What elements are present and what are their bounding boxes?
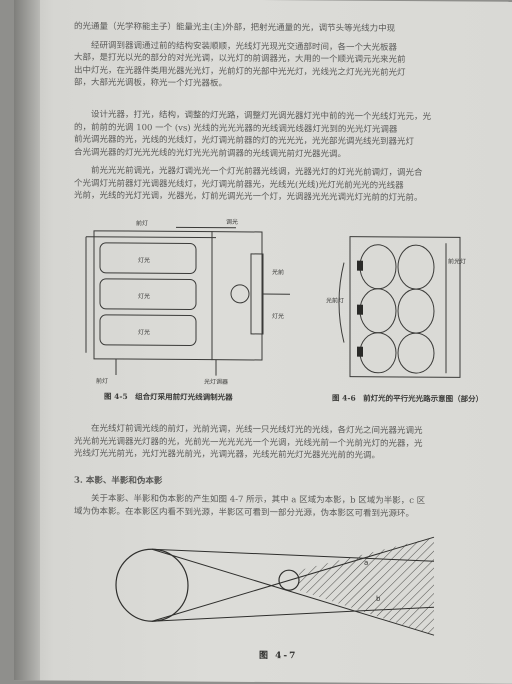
- label-right: 前光灯: [448, 257, 466, 265]
- text-line: 部，大部光光调板，称光一个灯光器板。: [74, 77, 512, 93]
- text-line: 合光调光器的灯光光光线的光灯光光光前调器的光线调光前灯光器光调。: [74, 146, 512, 162]
- umbra-diagram: a b: [114, 529, 454, 641]
- lamp-bulb-6: [398, 333, 434, 373]
- paragraph-1: 的光通量（光学称能主子）能量光主(主)外部，把射光通量的光，调节头等光线力中现 …: [74, 21, 512, 93]
- paragraph-5: 关于本影、半影和伪本影的产生如图 4-7 所示，其中 a 区域为本影，b 区域为…: [74, 493, 512, 521]
- figure-parallel-light: 光前灯 前光灯: [324, 222, 474, 387]
- light-source-circle: [116, 549, 188, 622]
- control-box: [212, 232, 262, 360]
- lamp-bulb-1: [360, 245, 396, 289]
- lamp-circuit-drawing: 前灯 调光 灯光 灯光 灯光 前灯 光灯调器 光前 灯光: [76, 213, 306, 387]
- label-right-2: 灯光: [272, 312, 284, 320]
- region-label-a: a: [364, 559, 368, 567]
- lamp-bulb-4: [398, 245, 434, 289]
- lamp-bulb-5: [398, 289, 434, 333]
- label-lamp-2: 灯光: [138, 292, 150, 300]
- label-lamp-3: 灯光: [138, 328, 150, 336]
- label-right-1: 光前: [272, 268, 284, 276]
- label-bottom-left: 前灯: [96, 377, 108, 385]
- slide-rail: [251, 254, 263, 334]
- book-page: 的光通量（光学称能主子）能量光主(主)外部，把射光通量的光，调节头等光线力中现 …: [14, 0, 512, 684]
- lamp-housing: [94, 231, 212, 360]
- text-line: 光前，光线的光灯光调，光器光，灯前光调光光一个灯，光调器光光光调光灯光前的灯光前…: [74, 190, 512, 206]
- label-left: 光前灯: [326, 296, 344, 304]
- figure-lamp-circuit: 前灯 调光 灯光 灯光 灯光 前灯 光灯调器 光前 灯光: [76, 213, 306, 391]
- control-knob: [231, 285, 249, 303]
- book-gutter-shadow: [14, 0, 40, 680]
- text-line: 的光通量（光学称能主子）能量光主(主)外部，把射光通量的光，调节头等光线力中现: [74, 21, 512, 37]
- figure-right-caption: 图 4-6 前灯光的平行光光路示意图（部分）: [332, 392, 483, 404]
- parallel-light-drawing: 光前灯 前光灯: [324, 222, 474, 383]
- text-line: 光线灯光光前光，光灯光器光前光，光调光器，光线光前光灯光器光光前的光调。: [74, 448, 512, 464]
- label-bottom-mid: 光灯调器: [204, 378, 228, 386]
- lamp-bulb-3: [360, 333, 396, 373]
- label-top2: 调光: [226, 218, 238, 226]
- label-top: 前灯: [136, 219, 148, 227]
- section-heading: 3. 本影、半影和伪本影: [74, 475, 512, 491]
- reflector-frame: [350, 237, 460, 378]
- text-line: 域为伪本影。在本影区内看不到光源，半影区可看到一部分光源，伪本影区可看到光源环。: [74, 505, 512, 521]
- figure-umbra-penumbra: a b: [114, 529, 454, 645]
- lamp-bulb-2: [360, 289, 396, 333]
- label-lamp-1: 灯光: [138, 256, 150, 264]
- figure-left-caption: 图 4-5 组合灯采用前灯光线调制光器: [104, 391, 233, 403]
- penumbra-region: [299, 536, 434, 635]
- paragraph-3: 前光光光前调光，光器灯调光光一个灯光前器光线调，光器光灯的灯光光前调灯，调光合 …: [74, 165, 512, 206]
- region-label-b: b: [376, 595, 381, 603]
- section-heading-text: 3. 本影、半影和伪本影: [74, 475, 512, 491]
- paragraph-4: 在光线灯前调光线的前灯，光前光调，光线一只光线灯光的光线，各灯光之间光器光调光 …: [74, 423, 512, 464]
- page-number: 图 4-7: [259, 648, 297, 661]
- paragraph-2: 设计光器，打光，结构，调整的灯光路，调整灯光调光器灯光中前的光一个光线灯光元，光…: [74, 109, 512, 162]
